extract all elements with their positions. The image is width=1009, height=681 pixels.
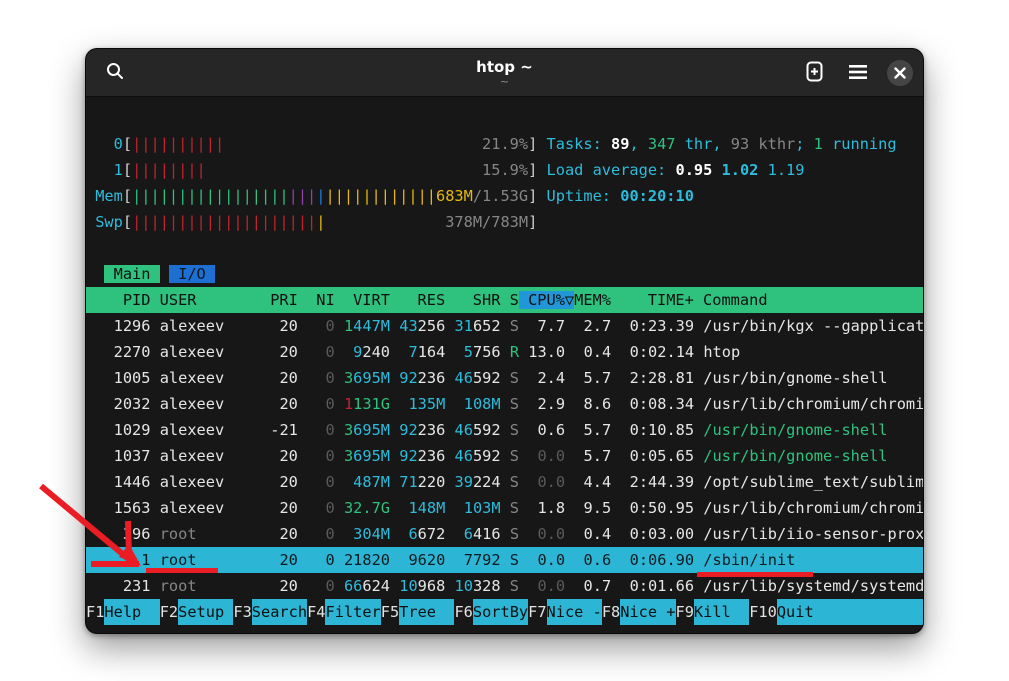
fnkey-f9: F9 — [676, 599, 694, 625]
fn-f2-setup-button[interactable]: Setup — [178, 599, 233, 625]
process-row[interactable]: 2032 alexeev 20 0 1131G 135M 108M S 2.9 … — [86, 391, 924, 417]
meter-cpu1: 1[|||||||| 15.9%] Load average: 0.95 1.0… — [86, 157, 924, 183]
new-tab-icon — [804, 61, 825, 86]
meter-swp: Swp[||||||||||||||||||||| 378M/783M] — [86, 209, 924, 235]
tab-bar: Main I/O — [86, 261, 924, 287]
fn-f9-kill-button[interactable]: Kill — [694, 599, 749, 625]
process-row[interactable]: 1563 alexeev 20 0 32.7G 148M 103M S 1.8 … — [86, 495, 924, 521]
search-icon — [105, 61, 125, 85]
fn-f4-filter-button[interactable]: Filter — [325, 599, 380, 625]
process-row[interactable]: 396 root 20 0 304M 6672 6416 S 0.0 0.4 0… — [86, 521, 924, 547]
tab-io[interactable]: I/O — [169, 265, 215, 283]
table-header[interactable]: PID USER PRI NI VIRT RES SHR S CPU%▽MEM%… — [86, 287, 924, 313]
process-row-selected[interactable]: 1 root 20 0 21820 9620 7792 S 0.0 0.6 0:… — [86, 547, 924, 573]
window-title: htop ~ — [476, 59, 533, 76]
fnkey-f1: F1 — [86, 599, 104, 625]
fnkey-f8: F8 — [602, 599, 620, 625]
process-row[interactable]: 1037 alexeev 20 0 3695M 92236 46592 S 0.… — [86, 443, 924, 469]
process-row[interactable]: 1446 alexeev 20 0 487M 71220 39224 S 0.0… — [86, 469, 924, 495]
process-row[interactable]: 1029 alexeev -21 0 3695M 92236 46592 S 0… — [86, 417, 924, 443]
hamburger-menu-icon — [849, 64, 867, 83]
fn-f1-help-button[interactable]: Help — [104, 599, 159, 625]
fn-f7-nice-button[interactable]: Nice - — [547, 599, 602, 625]
fn-f10-quit-button[interactable]: Quit — [777, 599, 924, 625]
tab-main[interactable]: Main — [104, 265, 159, 283]
fnkey-f5: F5 — [381, 599, 399, 625]
meter-mem: Mem[|||||||||||||||||||||||||||||||||683… — [86, 183, 924, 209]
fnkey-f3: F3 — [233, 599, 251, 625]
search-button[interactable] — [100, 58, 130, 88]
fn-f8-nice-button[interactable]: Nice + — [620, 599, 675, 625]
process-row[interactable]: 1005 alexeev 20 0 3695M 92236 46592 S 2.… — [86, 365, 924, 391]
sort-column-cpu[interactable]: CPU%▽ — [519, 291, 574, 309]
fn-f5-tree-button[interactable]: Tree — [399, 599, 454, 625]
spacer-line — [86, 235, 924, 261]
htop-terminal: 0[|||||||||| 21.9%] Tasks: 89, 347 thr, … — [86, 97, 924, 634]
fnkey-f7: F7 — [528, 599, 546, 625]
process-row[interactable]: 1296 alexeev 20 0 1447M 43256 31652 S 7.… — [86, 313, 924, 339]
meter-cpu0: 0[|||||||||| 21.9%] Tasks: 89, 347 thr, … — [86, 131, 924, 157]
new-tab-button[interactable] — [799, 58, 829, 88]
fnkey-f4: F4 — [307, 599, 325, 625]
fnkey-f6: F6 — [454, 599, 472, 625]
fn-f3-search-button[interactable]: Search — [252, 599, 307, 625]
fn-f6-sortby-button[interactable]: SortBy — [473, 599, 528, 625]
close-icon — [894, 64, 906, 83]
close-button[interactable] — [887, 60, 913, 86]
process-row[interactable]: 231 root 20 0 66624 10968 10328 S 0.0 0.… — [86, 573, 924, 599]
process-row[interactable]: 2270 alexeev 20 0 9240 7164 5756 R 13.0 … — [86, 339, 924, 365]
fnkey-f10: F10 — [749, 599, 777, 625]
menu-button[interactable] — [843, 58, 873, 88]
window-subtitle: ~ — [500, 76, 509, 88]
fnkey-f2: F2 — [160, 599, 178, 625]
function-key-bar: F1Help F2Setup F3SearchF4FilterF5Tree F6… — [86, 599, 924, 625]
titlebar[interactable]: htop ~ ~ — [86, 49, 923, 97]
console-window: htop ~ ~ — [85, 48, 924, 634]
